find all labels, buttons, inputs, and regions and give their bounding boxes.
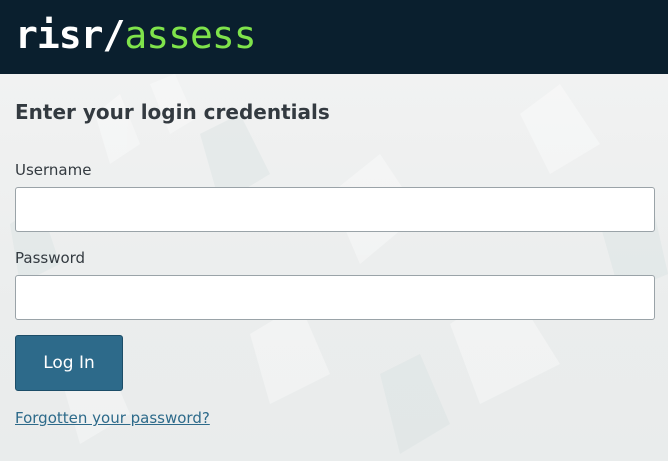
risr-assess-logo: risr/assess xyxy=(15,13,257,57)
page-title: Enter your login credentials xyxy=(15,100,330,124)
username-input[interactable] xyxy=(15,187,655,232)
logo-prefix: risr/ xyxy=(15,13,125,57)
logo-suffix: assess xyxy=(124,13,256,57)
background-pattern xyxy=(10,74,668,454)
background-image xyxy=(0,74,668,461)
password-label: Password xyxy=(15,249,86,267)
top-header: risr/assess xyxy=(0,0,668,74)
username-label: Username xyxy=(15,161,92,179)
forgot-password-link[interactable]: Forgotten your password? xyxy=(15,409,210,427)
password-input[interactable] xyxy=(15,275,655,320)
log-in-button[interactable]: Log In xyxy=(15,335,123,391)
